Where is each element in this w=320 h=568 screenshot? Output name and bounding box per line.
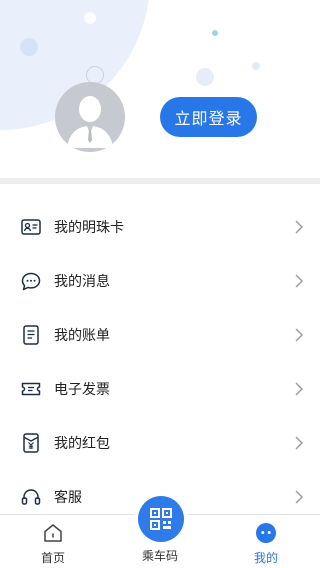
tab-home-label: 首页 [40, 551, 65, 565]
menu-item-red-packets[interactable]: 我的红包 [0, 416, 320, 470]
red-packet-icon [20, 432, 42, 454]
tab-me[interactable]: 我的 [221, 515, 311, 568]
user-silhouette-icon [67, 96, 113, 148]
menu-item-label: 我的账单 [54, 328, 110, 344]
menu-item-label: 电子发票 [54, 382, 110, 398]
menu-item-messages[interactable]: 我的消息 [0, 254, 320, 308]
home-icon [41, 521, 65, 545]
qr-code-icon [150, 508, 172, 530]
login-button[interactable]: 立即登录 [160, 97, 257, 137]
chevron-right-icon [294, 274, 304, 288]
section-divider [0, 178, 320, 184]
decoration-dot [84, 12, 96, 24]
ride-code-button[interactable] [138, 496, 184, 542]
avatar[interactable] [55, 82, 125, 152]
bill-icon [20, 324, 42, 346]
chevron-right-icon [294, 490, 304, 504]
decoration-dot [196, 68, 214, 86]
menu-item-bills[interactable]: 我的账单 [0, 308, 320, 362]
menu-item-pearl-card[interactable]: 我的明珠卡 [0, 200, 320, 254]
chevron-right-icon [294, 382, 304, 396]
decoration-dot [212, 30, 218, 36]
chevron-right-icon [294, 436, 304, 450]
chevron-right-icon [294, 220, 304, 234]
tab-me-label: 我的 [253, 551, 278, 565]
tab-home[interactable]: 首页 [8, 515, 98, 568]
chat-bubble-icon [20, 270, 42, 292]
profile-header: 立即登录 [0, 0, 320, 178]
smiley-face-icon [254, 521, 278, 545]
menu-item-e-invoice[interactable]: 电子发票 [0, 362, 320, 416]
menu-item-label: 我的红包 [54, 436, 110, 452]
chevron-right-icon [294, 328, 304, 342]
decoration-dot [252, 62, 260, 70]
id-card-icon [20, 216, 42, 238]
menu-list: 我的明珠卡 我的消息 我的账单 电子发票 我的红包 客服 [0, 200, 320, 524]
menu-item-label: 我的消息 [54, 274, 110, 290]
menu-item-label: 我的明珠卡 [54, 220, 124, 236]
headset-icon [20, 486, 42, 508]
ticket-icon [20, 378, 42, 400]
tab-ride-code-label[interactable]: 乘车码 [115, 547, 205, 564]
decoration-dot [20, 38, 38, 56]
